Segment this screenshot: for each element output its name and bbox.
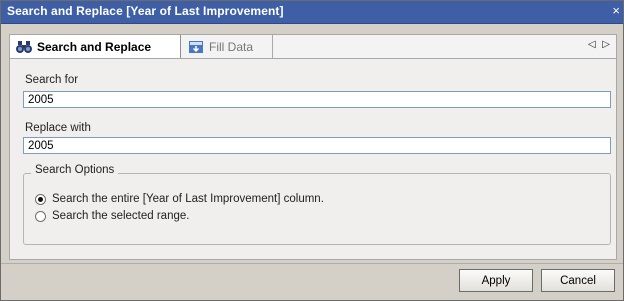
tab-strip: Search and Replace Fill Data ◁ ▷ — [9, 34, 617, 59]
window-title: Search and Replace [Year of Last Improve… — [7, 4, 284, 18]
radio-button[interactable] — [35, 210, 46, 222]
search-replace-dialog: Search and Replace [Year of Last Improve… — [0, 0, 624, 301]
search-options-legend: Search Options — [31, 164, 119, 176]
tab-search-and-replace[interactable]: Search and Replace — [10, 35, 181, 59]
tab-scroll-left-icon[interactable]: ◁ — [588, 39, 596, 50]
option-selected-range[interactable]: Search the selected range. — [35, 210, 189, 222]
replace-with-label: Replace with — [25, 122, 91, 134]
close-icon[interactable]: × — [612, 3, 620, 19]
title-bar[interactable]: Search and Replace [Year of Last Improve… — [1, 1, 623, 24]
tab-label: Fill Data — [209, 40, 254, 54]
option-label: Search the selected range. — [52, 210, 190, 222]
apply-button[interactable]: Apply — [459, 269, 533, 292]
search-for-label: Search for — [25, 74, 79, 86]
option-label: Search the entire [Year of Last Improvem… — [52, 193, 324, 205]
search-input[interactable]: 2005 — [23, 91, 611, 108]
tab-scroll-arrows: ◁ ▷ — [584, 39, 610, 50]
radio-button[interactable] — [35, 193, 46, 205]
tab-label: Search and Replace — [37, 40, 152, 54]
tab-scroll-right-icon[interactable]: ▷ — [602, 39, 610, 50]
footer-divider — [1, 263, 623, 264]
cancel-button[interactable]: Cancel — [541, 269, 615, 292]
replace-input[interactable]: 2005 — [23, 137, 611, 154]
binoculars-icon — [15, 39, 33, 55]
search-options-group — [23, 173, 611, 245]
option-entire-column[interactable]: Search the entire [Year of Last Improvem… — [35, 193, 324, 205]
fill-down-icon — [187, 39, 205, 55]
tab-fill-data[interactable]: Fill Data — [182, 35, 273, 59]
